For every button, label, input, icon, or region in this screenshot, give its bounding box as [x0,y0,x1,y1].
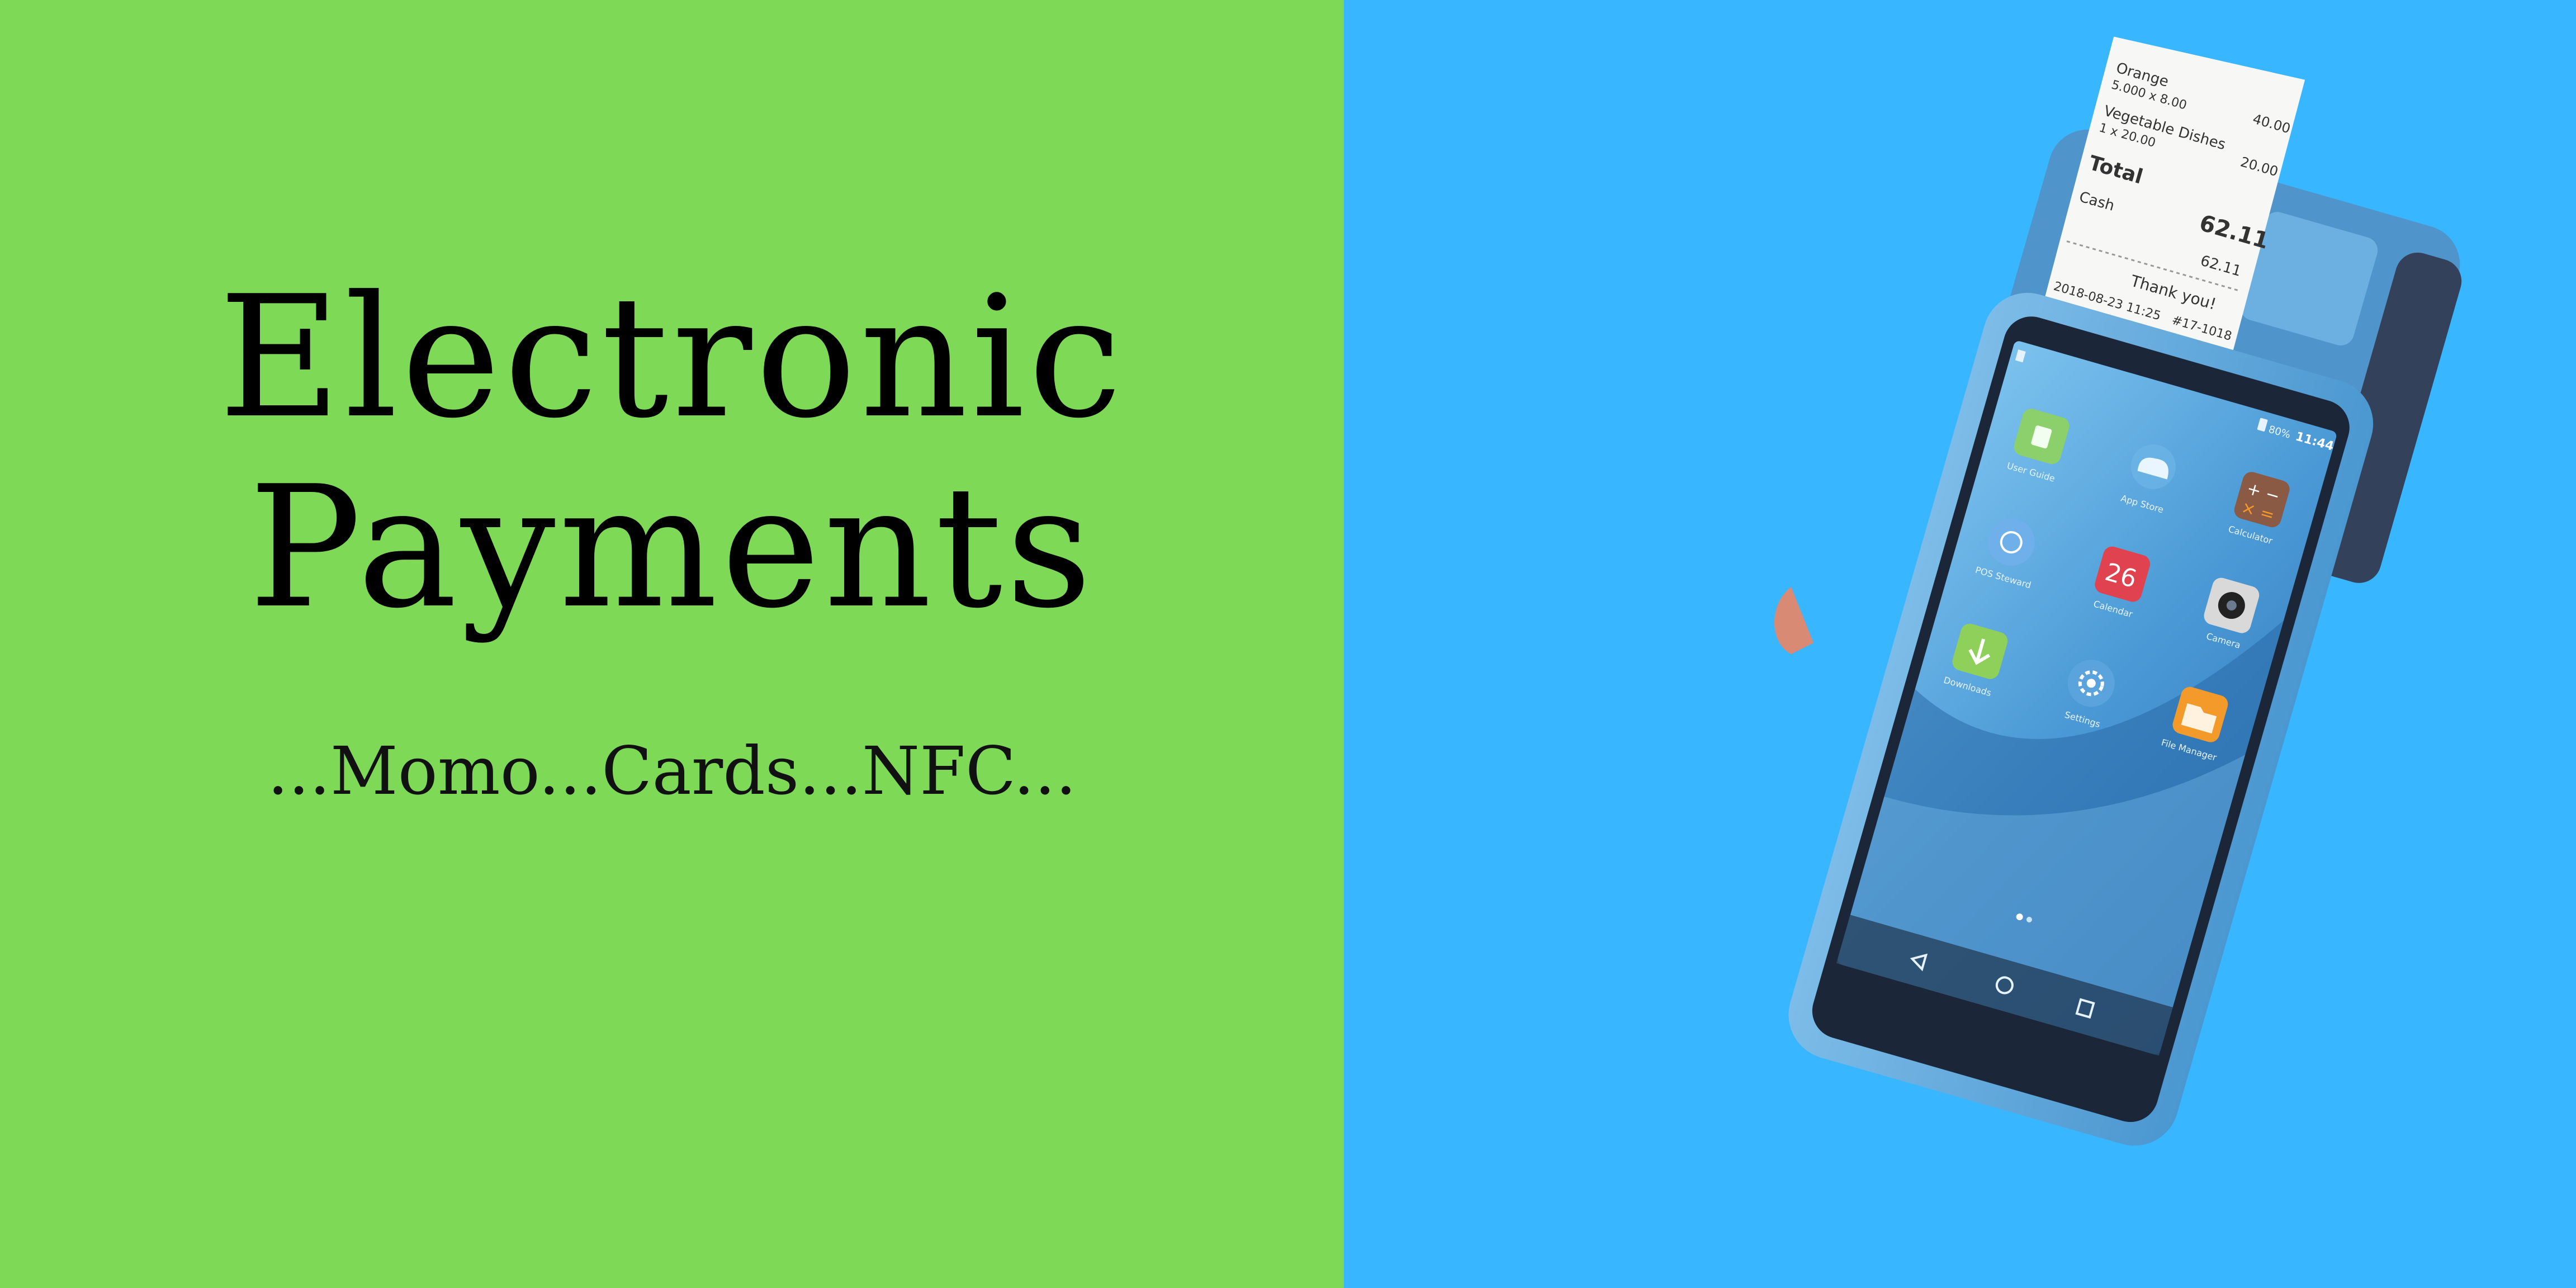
subtitle: ...Momo...Cards...NFC... [267,732,1077,809]
hand-finger [1774,587,1813,654]
headline-line-1: Electronic [218,260,1126,455]
headline-line-2: Payments [248,450,1096,645]
pos-terminal-image: Orange 5.000 x 8.00 40.00 Vegetable Dish… [1774,36,2462,1146]
